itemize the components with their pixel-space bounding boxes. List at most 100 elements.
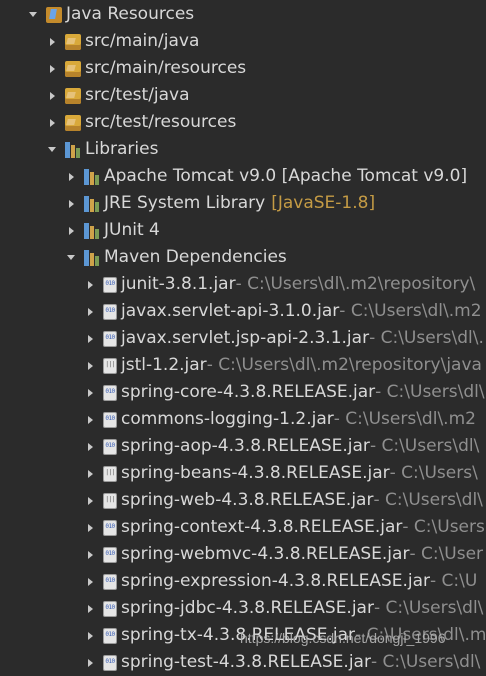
expand-toggle-icon[interactable]	[66, 253, 76, 263]
jar-name: spring-webmvc-4.3.8.RELEASE.jar	[121, 544, 410, 564]
jar-icon	[103, 411, 117, 428]
collapse-toggle-icon[interactable]	[85, 631, 95, 641]
collapse-toggle-icon[interactable]	[66, 226, 76, 236]
tree-item-label: Java Resources	[66, 4, 195, 24]
source-folder-icon	[65, 114, 81, 131]
collapse-toggle-icon[interactable]	[47, 118, 57, 128]
tree-item-jar[interactable]: spring-core-4.3.8.RELEASE.jar - C:\Users…	[85, 379, 485, 406]
tree-item-jar[interactable]: spring-beans-4.3.8.RELEASE.jar - C:\User…	[85, 460, 478, 487]
tree-item-jar[interactable]: spring-test-4.3.8.RELEASE.jar - C:\Users…	[85, 649, 480, 676]
tree-item-label: src/main/resources	[85, 58, 247, 78]
jar-icon	[103, 330, 117, 347]
collapse-toggle-icon[interactable]	[85, 307, 95, 317]
collapse-toggle-icon[interactable]	[85, 658, 95, 668]
tree-item-tomcat[interactable]: Apache Tomcat v9.0 [Apache Tomcat v9.0]	[66, 163, 467, 190]
jar-path: - C:\Users	[402, 517, 485, 537]
tree-item-junit4[interactable]: JUnit 4	[66, 217, 160, 244]
tree-item-src-main-java[interactable]: src/main/java	[47, 28, 199, 55]
tree-item-libraries[interactable]: Libraries	[47, 136, 158, 163]
tree-item-jar[interactable]: junit-3.8.1.jar - C:\Users\dl\.m2\reposi…	[85, 271, 475, 298]
jar-icon	[103, 357, 117, 374]
tree-item-label: src/test/resources	[85, 112, 237, 132]
jar-path: - C:\Users\dl\	[370, 652, 481, 672]
jar-icon	[103, 465, 117, 482]
tree-item-label: src/test/java	[85, 85, 190, 105]
jar-icon	[103, 276, 117, 293]
jar-icon	[103, 384, 117, 401]
collapse-toggle-icon[interactable]	[85, 523, 95, 533]
jar-path: - C:\Users\dl\	[373, 598, 484, 618]
tree-item-label: Maven Dependencies	[104, 247, 287, 267]
tree-item-src-test-resources[interactable]: src/test/resources	[47, 109, 236, 136]
tree-item-jre[interactable]: JRE System Library [JavaSE-1.8]	[66, 190, 375, 217]
tree-item-src-main-resources[interactable]: src/main/resources	[47, 55, 246, 82]
expand-toggle-icon[interactable]	[47, 145, 57, 155]
jar-icon	[103, 492, 117, 509]
jar-name: commons-logging-1.2.jar	[121, 409, 334, 429]
library-icon	[84, 168, 100, 185]
jar-path: - C:\Users\dl\	[373, 490, 483, 510]
jar-path: - C:\User	[409, 544, 484, 564]
jar-name: jstl-1.2.jar	[121, 355, 207, 375]
collapse-toggle-icon[interactable]	[85, 388, 95, 398]
library-icon	[84, 222, 100, 239]
tree-item-src-test-java[interactable]: src/test/java	[47, 82, 190, 109]
tree-item-jar[interactable]: commons-logging-1.2.jar - C:\Users\dl\.m…	[85, 406, 476, 433]
jar-name: spring-aop-4.3.8.RELEASE.jar	[121, 436, 370, 456]
tree-item-jar[interactable]: javax.servlet.jsp-api-2.3.1.jar - C:\Use…	[85, 325, 484, 352]
library-icon	[65, 141, 81, 158]
jar-icon	[103, 654, 117, 671]
jar-icon	[103, 546, 117, 563]
jar-path: - C:\Users\dl\.m2\repository\	[235, 274, 476, 294]
collapse-toggle-icon[interactable]	[85, 604, 95, 614]
tree-item-jar[interactable]: spring-jdbc-4.3.8.RELEASE.jar - C:\Users…	[85, 595, 483, 622]
collapse-toggle-icon[interactable]	[85, 280, 95, 290]
tree-item-jar[interactable]: spring-expression-4.3.8.RELEASE.jar - C:…	[85, 568, 477, 595]
jar-icon	[103, 438, 117, 455]
tree-item-jar[interactable]: jstl-1.2.jar - C:\Users\dl\.m2\repositor…	[85, 352, 482, 379]
collapse-toggle-icon[interactable]	[85, 361, 95, 371]
collapse-toggle-icon[interactable]	[85, 469, 95, 479]
jar-path: - C:\Users\dl\.m2\repository\java	[206, 355, 482, 375]
watermark: https://blog.csdn.net/dongji_1996	[240, 630, 446, 646]
collapse-toggle-icon[interactable]	[85, 496, 95, 506]
java-resources-icon	[46, 6, 62, 23]
jar-icon	[103, 573, 117, 590]
library-icon	[84, 249, 100, 266]
collapse-toggle-icon[interactable]	[85, 415, 95, 425]
jar-icon	[103, 303, 117, 320]
collapse-toggle-icon[interactable]	[47, 37, 57, 47]
collapse-toggle-icon[interactable]	[66, 172, 76, 182]
jar-name: spring-expression-4.3.8.RELEASE.jar	[121, 571, 431, 591]
jar-path: - C:\Users\dl\.	[369, 328, 484, 348]
jre-version-tag: [JavaSE-1.8]	[271, 193, 376, 213]
collapse-toggle-icon[interactable]	[47, 91, 57, 101]
jar-name: junit-3.8.1.jar	[121, 274, 236, 294]
tree-item-jar[interactable]: spring-aop-4.3.8.RELEASE.jar - C:\Users\…	[85, 433, 479, 460]
collapse-toggle-icon[interactable]	[66, 199, 76, 209]
source-folder-icon	[65, 87, 81, 104]
tree-item-jar[interactable]: spring-context-4.3.8.RELEASE.jar - C:\Us…	[85, 514, 485, 541]
collapse-toggle-icon[interactable]	[85, 577, 95, 587]
tree-item-java-resources[interactable]: Java Resources	[28, 1, 194, 28]
tree-item-maven-dependencies[interactable]: Maven Dependencies	[66, 244, 287, 271]
jar-name: spring-web-4.3.8.RELEASE.jar	[121, 490, 374, 510]
tree-item-jar[interactable]: spring-web-4.3.8.RELEASE.jar - C:\Users\…	[85, 487, 483, 514]
jar-path: - C:\Users\dl\	[369, 436, 480, 456]
collapse-toggle-icon[interactable]	[85, 442, 95, 452]
jar-name: spring-test-4.3.8.RELEASE.jar	[121, 652, 371, 672]
expand-toggle-icon[interactable]	[28, 10, 38, 20]
collapse-toggle-icon[interactable]	[47, 64, 57, 74]
jar-path: - C:\Users\dl\.m2	[333, 409, 476, 429]
jar-path: - C:\Users\dl\.m2	[339, 301, 482, 321]
jar-path: - C:\Users\dl\	[375, 382, 485, 402]
tree-item-jar[interactable]: javax.servlet-api-3.1.0.jar - C:\Users\d…	[85, 298, 482, 325]
tree-item-label: src/main/java	[85, 31, 200, 51]
collapse-toggle-icon[interactable]	[85, 550, 95, 560]
source-folder-icon	[65, 33, 81, 50]
jar-name: javax.servlet.jsp-api-2.3.1.jar	[121, 328, 370, 348]
jar-icon	[103, 600, 117, 617]
collapse-toggle-icon[interactable]	[85, 334, 95, 344]
tree-item-jar[interactable]: spring-webmvc-4.3.8.RELEASE.jar - C:\Use…	[85, 541, 483, 568]
tree-item-label: JUnit 4	[104, 220, 160, 240]
